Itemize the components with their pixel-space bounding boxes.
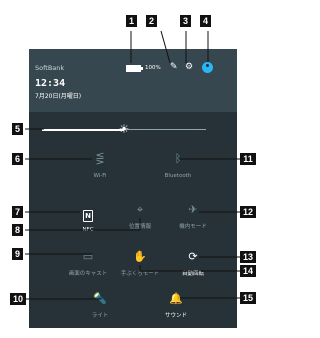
leader-line-2 xyxy=(160,30,171,64)
callout-2: 2 xyxy=(146,15,157,27)
leader-line-14 xyxy=(139,265,240,272)
callout-3: 3 xyxy=(180,15,191,27)
callout-10: 10 xyxy=(10,293,26,305)
callout-7: 7 xyxy=(12,206,23,218)
callout-12: 12 xyxy=(240,206,256,218)
callout-5: 5 xyxy=(12,123,23,135)
callout-6: 6 xyxy=(12,153,23,165)
callout-9: 9 xyxy=(12,248,23,260)
callout-8: 8 xyxy=(12,224,23,236)
callout-1: 1 xyxy=(126,15,137,27)
callout-leader-lines xyxy=(25,30,240,300)
callout-11: 11 xyxy=(240,153,256,165)
callout-4: 4 xyxy=(200,15,211,27)
callout-15: 15 xyxy=(240,292,256,304)
callout-13: 13 xyxy=(240,251,256,263)
callout-14: 14 xyxy=(240,265,256,277)
